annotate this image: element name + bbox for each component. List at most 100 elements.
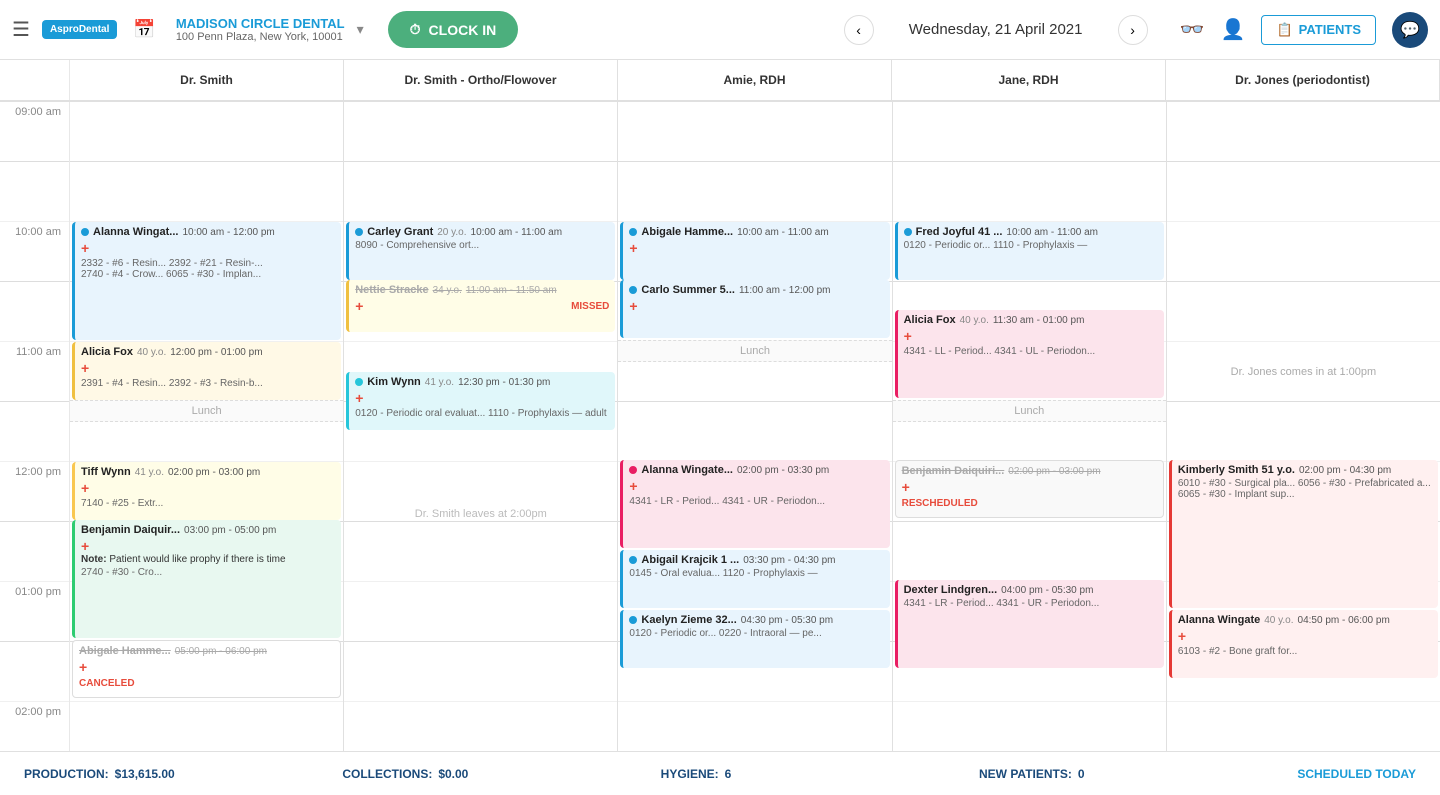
appt-benjamin-rescheduled[interactable]: Benjamin Daiquiri... 02:00 pm - 03:00 pm… [895,460,1164,518]
add-plus[interactable]: + [81,538,89,554]
appt-name: Dexter Lindgren... [904,584,998,596]
current-date: Wednesday, 21 April 2021 [886,21,1106,38]
prev-date-button[interactable]: ‹ [844,15,874,45]
date-navigation: ‹ Wednesday, 21 April 2021 › [844,15,1148,45]
hamburger-icon[interactable]: ☰ [12,17,30,42]
appt-tiff-wynn[interactable]: Tiff Wynn 41 y.o. 02:00 pm - 03:00 pm + … [72,462,341,520]
appt-carlo-summer[interactable]: Carlo Summer 5... 11:00 am - 12:00 pm + [620,280,889,338]
appt-time: 02:00 pm - 04:30 pm [1299,465,1391,476]
time-1100: 11:00 am [0,342,69,402]
appt-name: Abigale Hamme... [641,226,733,238]
production-label: PRODUCTION: [24,767,109,781]
appt-name: Kimberly Smith 51 y.o. [1178,464,1295,476]
header-icons: 👓 👤 📋 PATIENTS 💬 [1180,12,1428,48]
appt-kimberly-smith[interactable]: Kimberly Smith 51 y.o. 02:00 pm - 04:30 … [1169,460,1438,608]
clock-icon: ⏱ [410,21,421,38]
appt-codes: 4341 - LR - Period... 4341 - UR - Period… [904,598,1158,609]
appt-time: 10:00 am - 11:00 am [1006,227,1098,238]
appt-dot [904,228,912,236]
appt-alanna-wingat[interactable]: Alanna Wingat... 10:00 am - 12:00 pm + 2… [72,222,341,340]
appt-time: 04:50 pm - 06:00 pm [1298,615,1390,626]
appt-age: 41 y.o. [425,377,454,388]
appt-name: Kaelyn Zieme 32... [641,614,736,626]
appt-kim-wynn[interactable]: Kim Wynn 41 y.o. 12:30 pm - 01:30 pm + 0… [346,372,615,430]
time-1230 [0,522,69,582]
add-plus[interactable]: + [904,328,912,344]
appt-note: Note: Patient would like prophy if there… [81,554,335,565]
provider-header-dr-jones: Dr. Jones (periodontist) [1166,60,1440,100]
time-1200: 12:00 pm [0,462,69,522]
appt-abigail-krajcik[interactable]: Abigail Krajcik 1 ... 03:30 pm - 04:30 p… [620,550,889,608]
add-plus[interactable]: + [629,240,637,256]
add-plus[interactable]: + [81,240,89,256]
add-plus[interactable]: + [81,360,89,376]
collections-label: COLLECTIONS: [342,767,432,781]
appt-codes: 0145 - Oral evalua... 1120 - Prophylaxis… [629,568,883,579]
time-1000: 10:00 am [0,222,69,282]
new-patients-label: NEW PATIENTS: [979,767,1072,781]
appt-time: 05:00 pm - 06:00 pm [175,646,267,657]
add-plus[interactable]: + [355,298,363,314]
user-avatar[interactable]: 💬 [1392,12,1428,48]
clinic-dropdown-icon[interactable]: ▾ [357,21,364,38]
appt-name: Alicia Fox [81,346,133,358]
appt-alanna-wingate-c4[interactable]: Alanna Wingate 40 y.o. 04:50 pm - 06:00 … [1169,610,1438,678]
appt-codes: 4341 - LR - Period... 4341 - UR - Period… [629,496,883,507]
appt-benjamin-col0[interactable]: Benjamin Daiquir... 03:00 pm - 05:00 pm … [72,520,341,638]
clock-in-button[interactable]: ⏱ CLOCK IN [388,11,519,48]
appt-time: 03:00 pm - 05:00 pm [184,525,276,536]
add-plus[interactable]: + [79,659,87,675]
appt-fred-joyful[interactable]: Fred Joyful 41 ... 10:00 am - 11:00 am 0… [895,222,1164,280]
appt-dot [629,556,637,564]
appt-abigale-canceled[interactable]: Abigale Hamme... 05:00 pm - 06:00 pm + C… [72,640,341,698]
appt-dot [629,466,637,474]
appt-alanna-wingate-c2[interactable]: Alanna Wingate... 02:00 pm - 03:30 pm + … [620,460,889,548]
person-icon[interactable]: 👤 [1221,17,1246,42]
glasses-icon[interactable]: 👓 [1180,17,1205,42]
col-amie-rdh: Abigale Hamme... 10:00 am - 11:00 am + C… [618,102,892,751]
add-plus[interactable]: + [1178,628,1186,644]
appt-codes: 2332 - #6 - Resin... 2392 - #21 - Resin-… [81,258,335,280]
appt-name: Carley Grant [367,226,433,238]
appt-age: 20 y.o. [437,227,466,238]
time-930 [0,162,69,222]
rescheduled-badge: RESCHEDULED [902,498,978,509]
main-area: Dr. Smith Dr. Smith - Ortho/Flowover Ami… [0,60,1440,751]
add-plus[interactable]: + [902,479,910,495]
appt-dot [629,286,637,294]
appt-time: 02:00 pm - 03:30 pm [737,465,829,476]
appt-age: 41 y.o. [135,467,164,478]
time-900: 09:00 am [0,102,69,162]
appt-age: 40 y.o. [1264,615,1293,626]
footer-new-patients: NEW PATIENTS: 0 [979,767,1297,781]
time-header [0,60,70,100]
appt-alicia-fox-col0[interactable]: Alicia Fox 40 y.o. 12:00 pm - 01:00 pm +… [72,342,341,400]
add-plus[interactable]: + [81,480,89,496]
add-plus[interactable]: + [629,298,637,314]
appt-dot [629,228,637,236]
next-date-button[interactable]: › [1118,15,1148,45]
appt-nettie-stracke[interactable]: Nettie Stracke 34 y.o. 11:00 am - 11:50 … [346,280,615,332]
app-logo: AsproDental [42,20,117,39]
add-plus[interactable]: + [629,478,637,494]
appt-carley-grant[interactable]: Carley Grant 20 y.o. 10:00 am - 11:00 am… [346,222,615,280]
add-plus[interactable]: + [355,390,363,406]
appt-dexter-lindgren[interactable]: Dexter Lindgren... 04:00 pm - 05:30 pm 4… [895,580,1164,668]
time-100: 01:00 pm [0,582,69,642]
calendar-body: 09:00 am 10:00 am 11:00 am 12:00 pm 01:0… [0,102,1440,751]
lunch-col2: Lunch [618,340,891,362]
appt-alicia-fox-c3[interactable]: Alicia Fox 40 y.o. 11:30 am - 01:00 pm +… [895,310,1164,398]
provider-note-jones: Dr. Jones comes in at 1:00pm [1167,342,1440,402]
appt-time: 11:00 am - 12:00 pm [739,285,831,296]
appt-kaelyn-zieme[interactable]: Kaelyn Zieme 32... 04:30 pm - 05:30 pm 0… [620,610,889,668]
appt-time: 04:30 pm - 05:30 pm [741,615,833,626]
footer: PRODUCTION: $13,615.00 COLLECTIONS: $0.0… [0,751,1440,795]
time-1030 [0,282,69,342]
appt-time: 10:00 am - 12:00 pm [182,227,274,238]
patients-button[interactable]: 📋 PATIENTS [1261,15,1376,45]
canceled-badge: CANCELED [79,678,135,689]
appt-abigale-hamme-c2[interactable]: Abigale Hamme... 10:00 am - 11:00 am + [620,222,889,280]
scheduled-today-button[interactable]: SCHEDULED TODAY [1297,767,1416,781]
appt-codes: 8090 - Comprehensive ort... [355,240,609,251]
appt-name: Abigale Hamme... [79,645,171,657]
